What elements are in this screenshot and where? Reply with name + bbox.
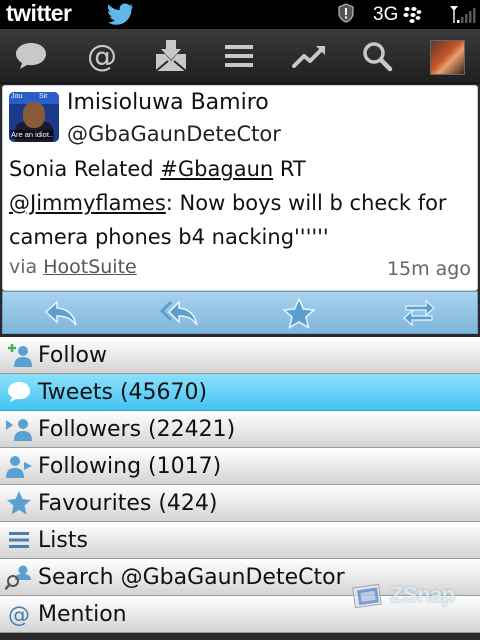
reply-all-button[interactable] xyxy=(160,296,200,330)
twitter-bird-icon xyxy=(108,3,133,25)
menu-item-label: Following (1017) xyxy=(38,453,222,479)
menu-item-label: Favourites (424) xyxy=(38,490,218,516)
app-logo: twitter xyxy=(6,0,72,26)
search-user-icon xyxy=(4,562,34,592)
reply-icon xyxy=(44,300,77,326)
search-button[interactable] xyxy=(354,35,400,77)
avatar-face xyxy=(23,102,45,128)
menu-item-favourites[interactable]: Favourites (424) xyxy=(0,485,480,522)
alert-shield-icon xyxy=(338,3,354,23)
menu-item-label: Followers (22421) xyxy=(38,416,236,442)
reply-all-icon xyxy=(160,300,198,326)
favorite-star-icon xyxy=(282,297,316,329)
status-bar: twitter 3G xyxy=(0,0,480,29)
blackberry-icon xyxy=(403,7,422,23)
tweet-source: via HootSuite xyxy=(9,256,137,278)
hashtag-link[interactable]: #Gbagaun xyxy=(160,157,273,181)
star-icon xyxy=(4,488,34,518)
menu-item-label: Tweets (45670) xyxy=(38,379,208,405)
menu-button[interactable] xyxy=(216,35,262,77)
menu-item-following[interactable]: Following (1017) xyxy=(0,448,480,485)
top-toolbar: @ xyxy=(0,29,480,84)
tweet-action-bar xyxy=(2,291,478,334)
menu-item-label: Search @GbaGaunDeteCtor xyxy=(38,564,345,590)
messages-button[interactable] xyxy=(8,35,54,77)
profile-avatar[interactable] xyxy=(430,40,465,75)
menu-item-mention[interactable]: @ Mention xyxy=(0,596,480,633)
avatar-caption: Are an idiot.. xyxy=(10,130,55,139)
favorite-button[interactable] xyxy=(279,296,319,330)
menu-lines-icon xyxy=(225,45,253,67)
menu-item-label: Mention xyxy=(38,601,127,627)
followers-icon xyxy=(4,414,34,444)
list-icon xyxy=(4,525,34,555)
menu-item-tweets[interactable]: Tweets (45670) xyxy=(0,374,480,411)
tweet-timestamp: 15m ago xyxy=(386,258,471,280)
tweet-avatar[interactable]: Jou Sir Are an idiot.. xyxy=(9,92,59,142)
tweet-author-handle: @GbaGaunDeteCtor xyxy=(67,122,281,146)
menu-item-label: Lists xyxy=(38,527,88,553)
menu-item-follow[interactable]: Follow xyxy=(0,337,480,374)
avatar-text: Sir xyxy=(39,93,48,100)
tweet-author-name: Imisioluwa Bamiro xyxy=(67,90,269,115)
trends-button[interactable] xyxy=(287,35,333,77)
speech-bubble-icon xyxy=(4,377,34,407)
following-icon xyxy=(4,451,34,481)
mentions-icon: @ xyxy=(87,39,117,73)
profile-menu: Follow Tweets (45670) Followers (22421) xyxy=(0,337,480,640)
inbox-button[interactable] xyxy=(148,35,194,77)
at-icon: @ xyxy=(4,599,34,629)
trends-icon xyxy=(292,46,325,68)
search-icon xyxy=(363,42,393,72)
retweet-button[interactable] xyxy=(399,296,439,330)
retweet-icon xyxy=(403,299,435,327)
via-label: via xyxy=(9,256,44,278)
menu-item-search[interactable]: Search @GbaGaunDeteCtor xyxy=(0,559,480,596)
add-user-icon xyxy=(4,340,34,370)
reply-button[interactable] xyxy=(41,296,81,330)
messages-icon xyxy=(16,43,46,69)
svg-text:@: @ xyxy=(87,39,117,73)
source-link[interactable]: HootSuite xyxy=(43,256,137,278)
tweet-card: Jou Sir Are an idiot.. Imisioluwa Bamiro… xyxy=(2,85,478,291)
menu-item-followers[interactable]: Followers (22421) xyxy=(0,411,480,448)
menu-item-label: Follow xyxy=(38,342,108,368)
network-indicator: 3G xyxy=(373,4,399,25)
signal-icon xyxy=(450,6,476,23)
tweet-text-part: RT xyxy=(273,157,306,181)
menu-item-lists[interactable]: Lists xyxy=(0,522,480,559)
mentions-button[interactable]: @ xyxy=(79,35,125,77)
tweet-text-part: Sonia Related xyxy=(9,157,161,181)
avatar-text: Jou xyxy=(11,93,23,100)
svg-text:@: @ xyxy=(8,603,30,627)
inbox-icon xyxy=(155,40,187,72)
mention-link[interactable]: @Jimmyflames xyxy=(9,191,166,215)
tweet-text: Sonia Related #Gbagaun RT @Jimmyflames: … xyxy=(9,152,475,254)
